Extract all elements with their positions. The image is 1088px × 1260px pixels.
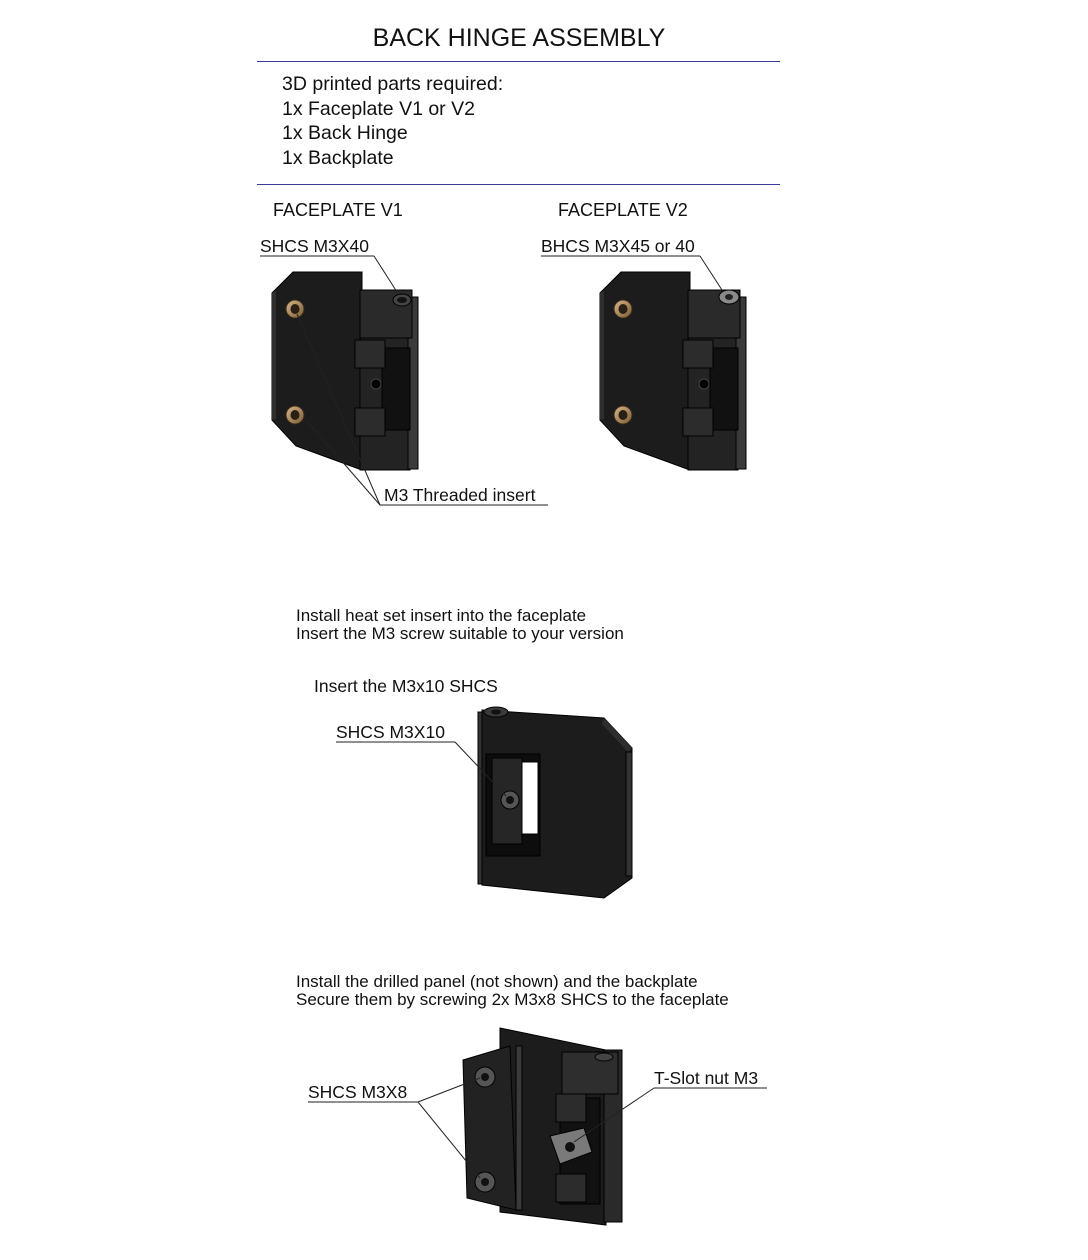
back-hinge-drawing [477,706,633,899]
full-assembly-drawing [462,1027,623,1226]
assembly-drawings [260,255,767,1226]
faceplate-v2-drawing [599,271,747,471]
faceplate-v1-drawing [271,271,419,471]
